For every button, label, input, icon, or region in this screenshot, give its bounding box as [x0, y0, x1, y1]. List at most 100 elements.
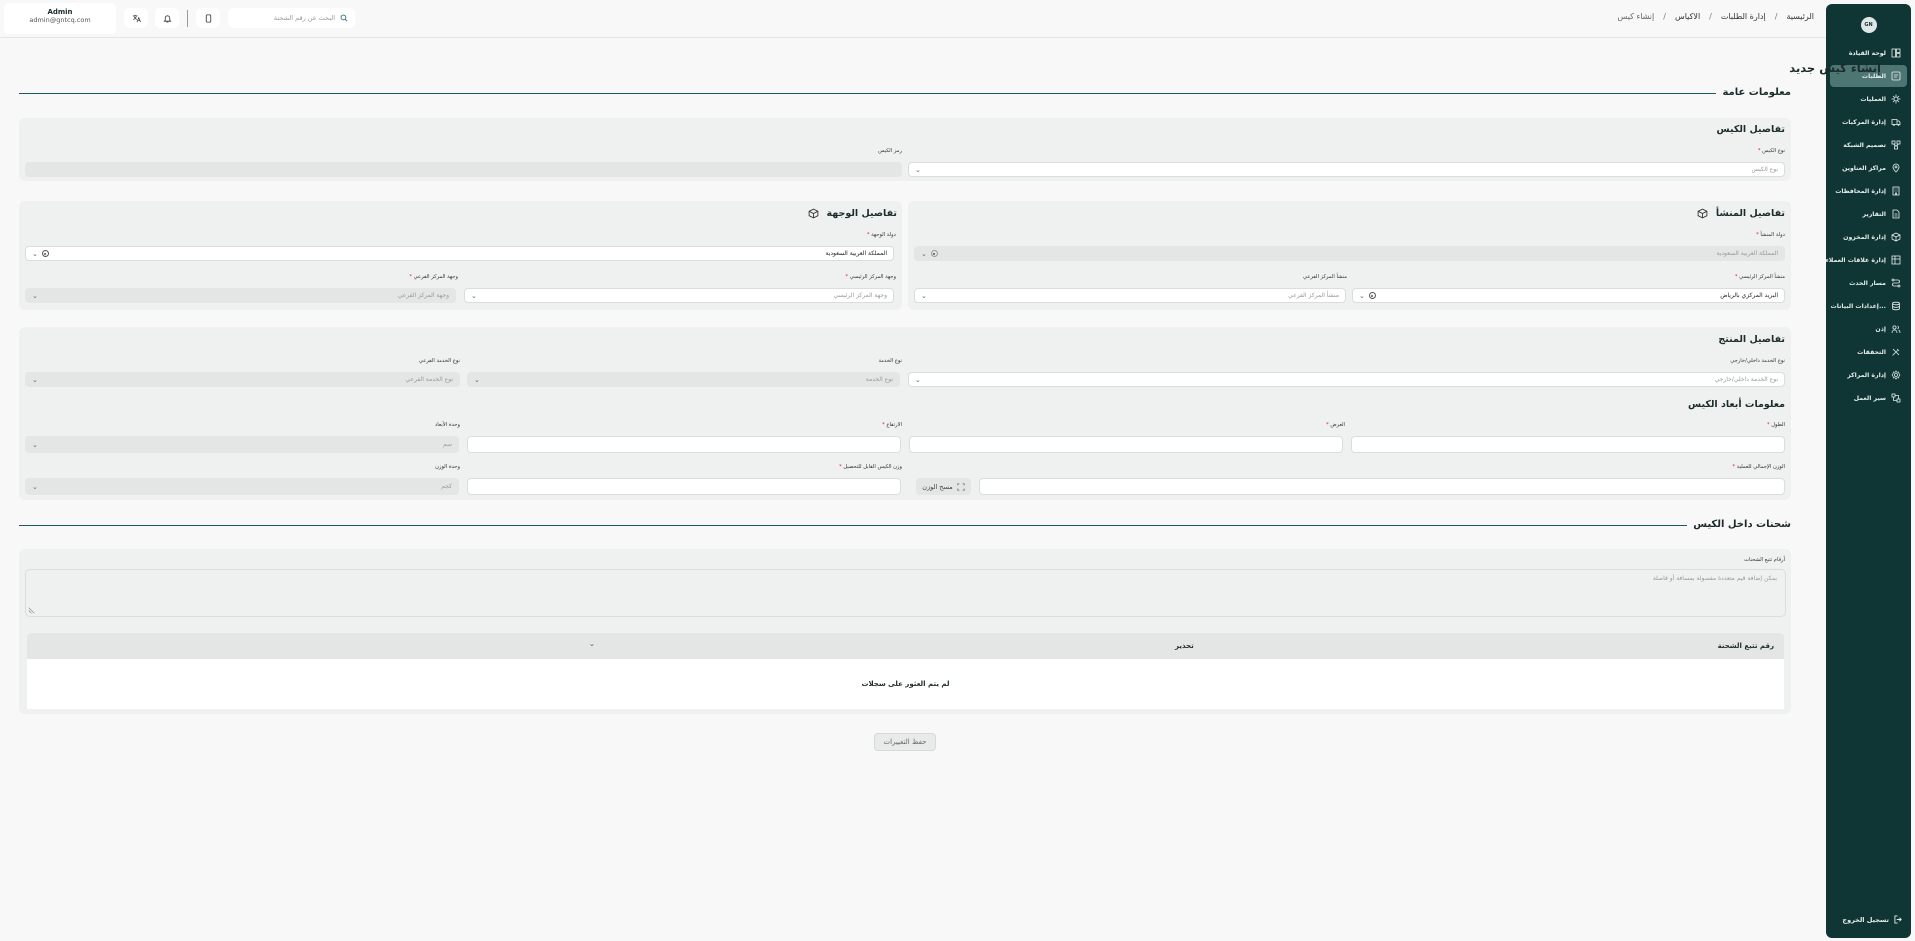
destination-country-value: المملكة العربية السعودية: [825, 250, 887, 257]
sidebar-item[interactable]: التحققات: [1830, 341, 1907, 363]
save-changes-label: حفظ التغييرات: [883, 738, 927, 746]
destination-country-select[interactable]: المملكة العربية السعودية ⌄: [25, 246, 894, 261]
scan-weight-button[interactable]: مسح الوزن: [916, 478, 971, 495]
clear-icon[interactable]: [41, 250, 49, 257]
chevron-down-icon: ⌄: [1359, 291, 1365, 300]
sidebar-item[interactable]: سير العمل: [1830, 387, 1907, 409]
length-input[interactable]: [1351, 436, 1785, 453]
chargeable-weight-label-text: وزن الكيس القابل للتحصيل: [843, 464, 902, 470]
truck-icon: [1891, 119, 1901, 126]
shipment-search[interactable]: البحث عن رقم الشحنة: [228, 8, 355, 28]
sidebar-item[interactable]: التقارير: [1830, 203, 1907, 225]
sidebar-item[interactable]: إدارة المحافظات: [1830, 180, 1907, 202]
chevron-down-icon: ⌄: [915, 375, 921, 384]
length-label-text: الطول: [1771, 422, 1785, 428]
sidebar-item[interactable]: إدارة المراكز: [1830, 364, 1907, 386]
sidebar-item[interactable]: العمليات: [1830, 88, 1907, 110]
route-icon: [1891, 278, 1901, 288]
logout-button[interactable]: تسجيل الخروج: [1842, 915, 1903, 924]
breadcrumb-orders[interactable]: إدارة الطلبات: [1721, 12, 1766, 21]
length-label: الطول *: [1767, 422, 1785, 428]
destination-title-text: تفاصيل الوجهة: [826, 208, 897, 219]
service-scope-select[interactable]: نوع الخدمة داخلي/خارجي ⌄: [908, 372, 1785, 387]
required-mark: *: [1757, 148, 1761, 154]
sidebar-item[interactable]: إعدادات البيانات...: [1830, 295, 1907, 317]
origin-sub-hub-label: منشأ المركز الفرعي: [1303, 274, 1347, 280]
sidebar-item[interactable]: مسار الحدث: [1830, 272, 1907, 294]
clear-icon: [930, 250, 938, 257]
origin-main-hub-label-text: منشأ المركز الرئيسي: [1739, 274, 1785, 280]
breadcrumb-bags[interactable]: الاكياس: [1675, 12, 1700, 21]
tracking-numbers-label: أرقام تتبع الشحنات: [1744, 557, 1785, 563]
user-menu[interactable]: Admin admin@gntcq.com: [4, 3, 116, 34]
destination-sub-hub-label: وجهة المركز الفرعي *: [409, 274, 458, 280]
dim-unit-value: سم: [442, 441, 452, 448]
tracking-numbers-placeholder: يمكن إضافة قيم متعددة مفصولة بمسافة أو ف…: [1652, 575, 1777, 582]
resize-handle-icon[interactable]: [28, 607, 35, 614]
shipments-section-title: شحنات داخل الكيس: [1687, 519, 1791, 530]
origin-country-label-text: دولة المنشأ: [1760, 232, 1785, 238]
chevron-down-icon[interactable]: ⌄: [589, 640, 595, 648]
settings-icon: [1891, 370, 1901, 380]
clear-icon[interactable]: [1368, 292, 1376, 299]
sub-service-select: نوع الخدمة الفرعي ⌄: [25, 372, 460, 387]
database-icon: [1892, 301, 1900, 311]
breadcrumb-home[interactable]: الرئيسية: [1786, 12, 1814, 21]
location-icon: [1892, 163, 1900, 173]
height-input[interactable]: [467, 436, 901, 453]
width-input[interactable]: [909, 436, 1343, 453]
tracking-numbers-textarea[interactable]: يمكن إضافة قيم متعددة مفصولة بمسافة أو ف…: [25, 569, 1786, 617]
service-scope-placeholder: نوع الخدمة داخلي/خارجي: [1714, 376, 1778, 383]
device-button[interactable]: [196, 8, 220, 28]
chevron-down-icon: ⌄: [32, 440, 38, 449]
sub-service-placeholder: نوع الخدمة الفرعي: [405, 376, 453, 383]
product-title-text: تفاصيل المنتج: [1718, 334, 1785, 345]
sidebar-item[interactable]: مراكز العناوين: [1830, 157, 1907, 179]
sidebar-item[interactable]: تصميم الشبكة: [1830, 134, 1907, 156]
chevron-down-icon: ⌄: [921, 291, 927, 300]
required-mark: *: [1756, 232, 1759, 238]
chevron-down-icon: ⌄: [32, 249, 38, 258]
bag-code-field: [25, 162, 902, 177]
operations-icon: [1891, 94, 1901, 104]
service-type-select: نوع الخدمة ⌄: [467, 372, 900, 387]
bag-type-select[interactable]: نوع الكيس ⌄: [908, 162, 1785, 177]
gross-weight-input[interactable]: [979, 478, 1785, 495]
chargeable-weight-input[interactable]: [467, 478, 901, 495]
notifications-button[interactable]: [155, 8, 179, 28]
origin-main-hub-select[interactable]: البريد المركزي بالرياض ⌄: [1352, 288, 1785, 303]
height-label-text: الارتفاع: [886, 422, 902, 428]
package-in-icon: [808, 208, 818, 219]
required-mark: *: [409, 274, 413, 280]
sidebar-item[interactable]: إدارة المخزون: [1830, 226, 1907, 248]
required-mark: *: [1767, 422, 1770, 428]
required-mark: *: [1734, 274, 1738, 280]
sidebar-item[interactable]: إدارة المركبات: [1830, 111, 1907, 133]
sidebar-item[interactable]: إذن: [1830, 318, 1907, 340]
sidebar-item-label: إعدادات البيانات...: [1830, 302, 1886, 310]
divider: [187, 10, 188, 27]
dimensions-title: معلومات أبعاد الكيس: [1688, 399, 1785, 410]
breadcrumb-separator: /: [1774, 12, 1778, 21]
chevron-down-icon: ⌄: [32, 291, 38, 300]
sidebar-item-label: التقارير: [1862, 210, 1886, 218]
top-bar: الرئيسية / إدارة الطلبات / الاكياس / إنش…: [0, 0, 1826, 38]
sidebar-item[interactable]: إدارة علاقات العملاء: [1826, 249, 1907, 271]
required-mark: *: [839, 464, 842, 470]
gross-weight-label-text: الوزن الإجمالي للعملية: [1736, 464, 1785, 470]
col-warning[interactable]: تحذير: [1175, 642, 1194, 650]
translate-button[interactable]: [124, 8, 148, 28]
destination-sub-hub-placeholder: وجهة المركز الفرعي: [397, 292, 449, 299]
sidebar-item-label: مسار الحدث: [1849, 279, 1886, 287]
chevron-down-icon: ⌄: [32, 482, 38, 491]
destination-main-hub-select[interactable]: وجهة المركز الرئيسي ⌄: [464, 288, 894, 303]
origin-sub-hub-select[interactable]: منشأ المركز الفرعي ⌄: [914, 288, 1346, 303]
network-icon: [1891, 140, 1901, 150]
destination-sub-hub-select: وجهة المركز الفرعي ⌄: [25, 288, 456, 303]
destination-main-hub-placeholder: وجهة المركز الرئيسي: [833, 292, 887, 299]
breadcrumb-separator: /: [1663, 12, 1666, 21]
search-icon: [340, 14, 348, 22]
col-tracking-number[interactable]: رقم تتبع الشحنة: [1718, 642, 1774, 650]
destination-sub-hub-label-text: وجهة المركز الفرعي: [413, 274, 458, 280]
save-changes-button[interactable]: حفظ التغييرات: [874, 733, 936, 751]
